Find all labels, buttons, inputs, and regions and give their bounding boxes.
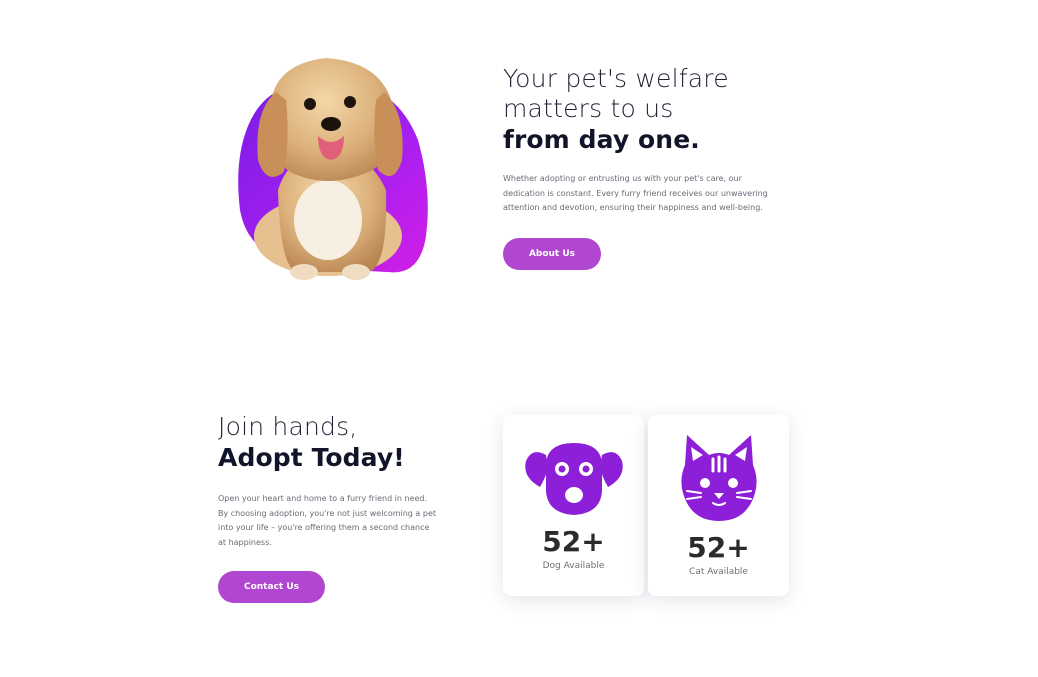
hero-heading-line2: matters to us [503,94,674,123]
cat-stat-card: 52+ Cat Available [648,415,789,596]
about-us-button[interactable]: About Us [503,238,601,270]
cat-count: 52+ [687,531,750,564]
hero-description: Whether adopting or entrusting us with y… [503,174,768,212]
cat-label: Cat Available [689,567,748,577]
cat-icon [648,435,789,523]
contact-us-button[interactable]: Contact Us [218,571,325,603]
dog-icon [503,437,644,517]
adopt-heading-bold: Adopt Today! [218,443,405,472]
dog-label: Dog Available [542,561,605,571]
dog-count: 52+ [542,525,605,558]
hero-section: Your pet's welfare matters to us from da… [503,64,783,216]
hero-heading-line1: Your pet's welfare [503,64,729,93]
dog-stat-card: 52+ Dog Available [503,415,644,596]
adopt-section: Join hands, Adopt Today! Open your heart… [218,412,438,550]
adopt-description: Open your heart and home to a furry frie… [218,494,436,547]
adopt-heading-light: Join hands, [218,412,358,441]
hero-heading-bold: from day one. [503,125,700,154]
puppy-image [218,40,440,325]
